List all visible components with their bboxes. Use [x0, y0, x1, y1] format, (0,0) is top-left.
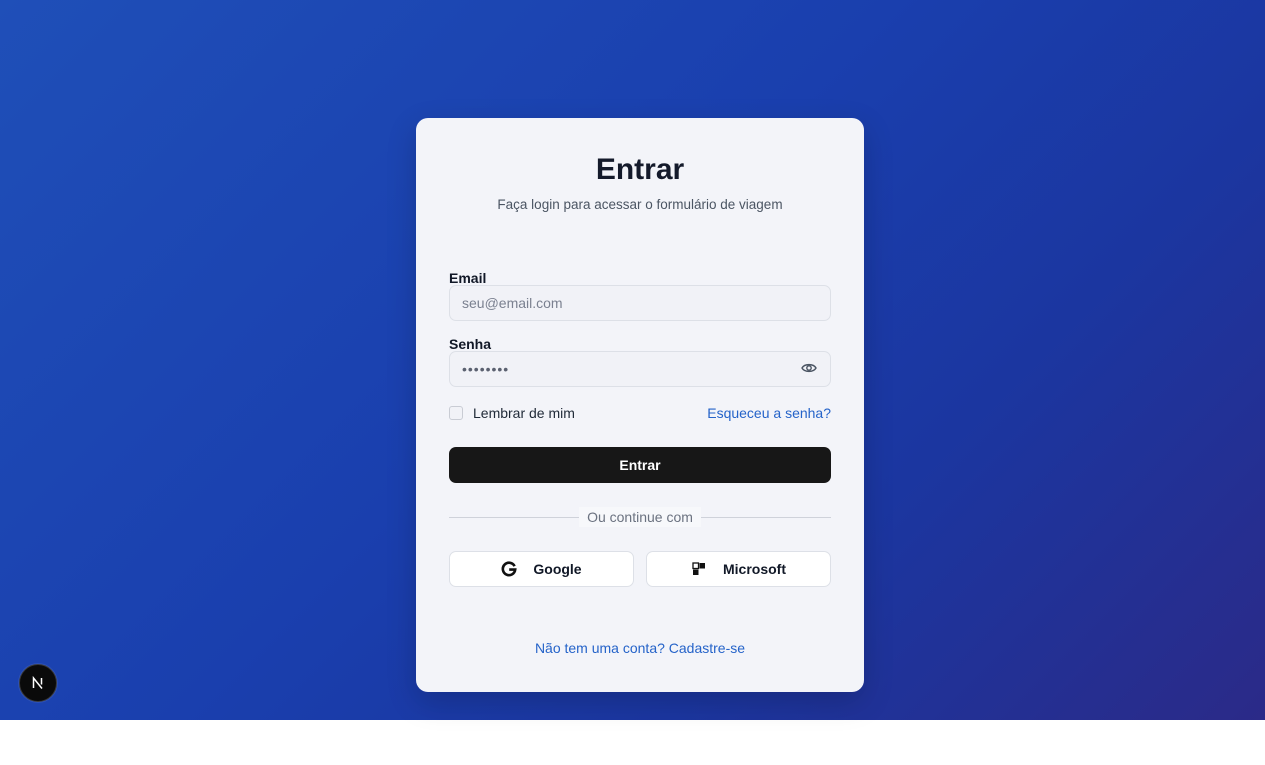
page-title: Entrar — [595, 153, 685, 186]
google-login-button[interactable]: Google — [449, 551, 634, 587]
remember-me-checkbox[interactable]: Lembrar de mim — [449, 404, 575, 422]
nextjs-icon[interactable] — [19, 664, 57, 702]
email-input[interactable] — [449, 285, 831, 321]
google-login-label: Google — [533, 561, 582, 577]
login-submit-button[interactable]: Entrar — [449, 447, 831, 483]
microsoft-login-button[interactable]: Microsoft — [646, 551, 831, 587]
checkbox-box[interactable] — [449, 406, 463, 420]
page-subtitle: Faça login para acessar o formulário de … — [497, 197, 783, 212]
divider-text: Ou continue com — [579, 507, 701, 527]
page-background: Entrar Faça login para acessar o formulá… — [0, 0, 1265, 720]
signup-link[interactable]: Não tem uma conta? Cadastre-se — [416, 639, 864, 657]
eye-icon[interactable] — [801, 361, 819, 375]
google-icon — [501, 561, 518, 577]
forgot-password-link[interactable]: Esqueceu a senha? — [707, 404, 831, 422]
microsoft-icon — [691, 561, 707, 577]
microsoft-login-label: Microsoft — [723, 561, 786, 577]
remember-me-label: Lembrar de mim — [473, 405, 575, 421]
password-input[interactable] — [449, 351, 831, 387]
login-card: Entrar Faça login para acessar o formulá… — [416, 118, 864, 692]
